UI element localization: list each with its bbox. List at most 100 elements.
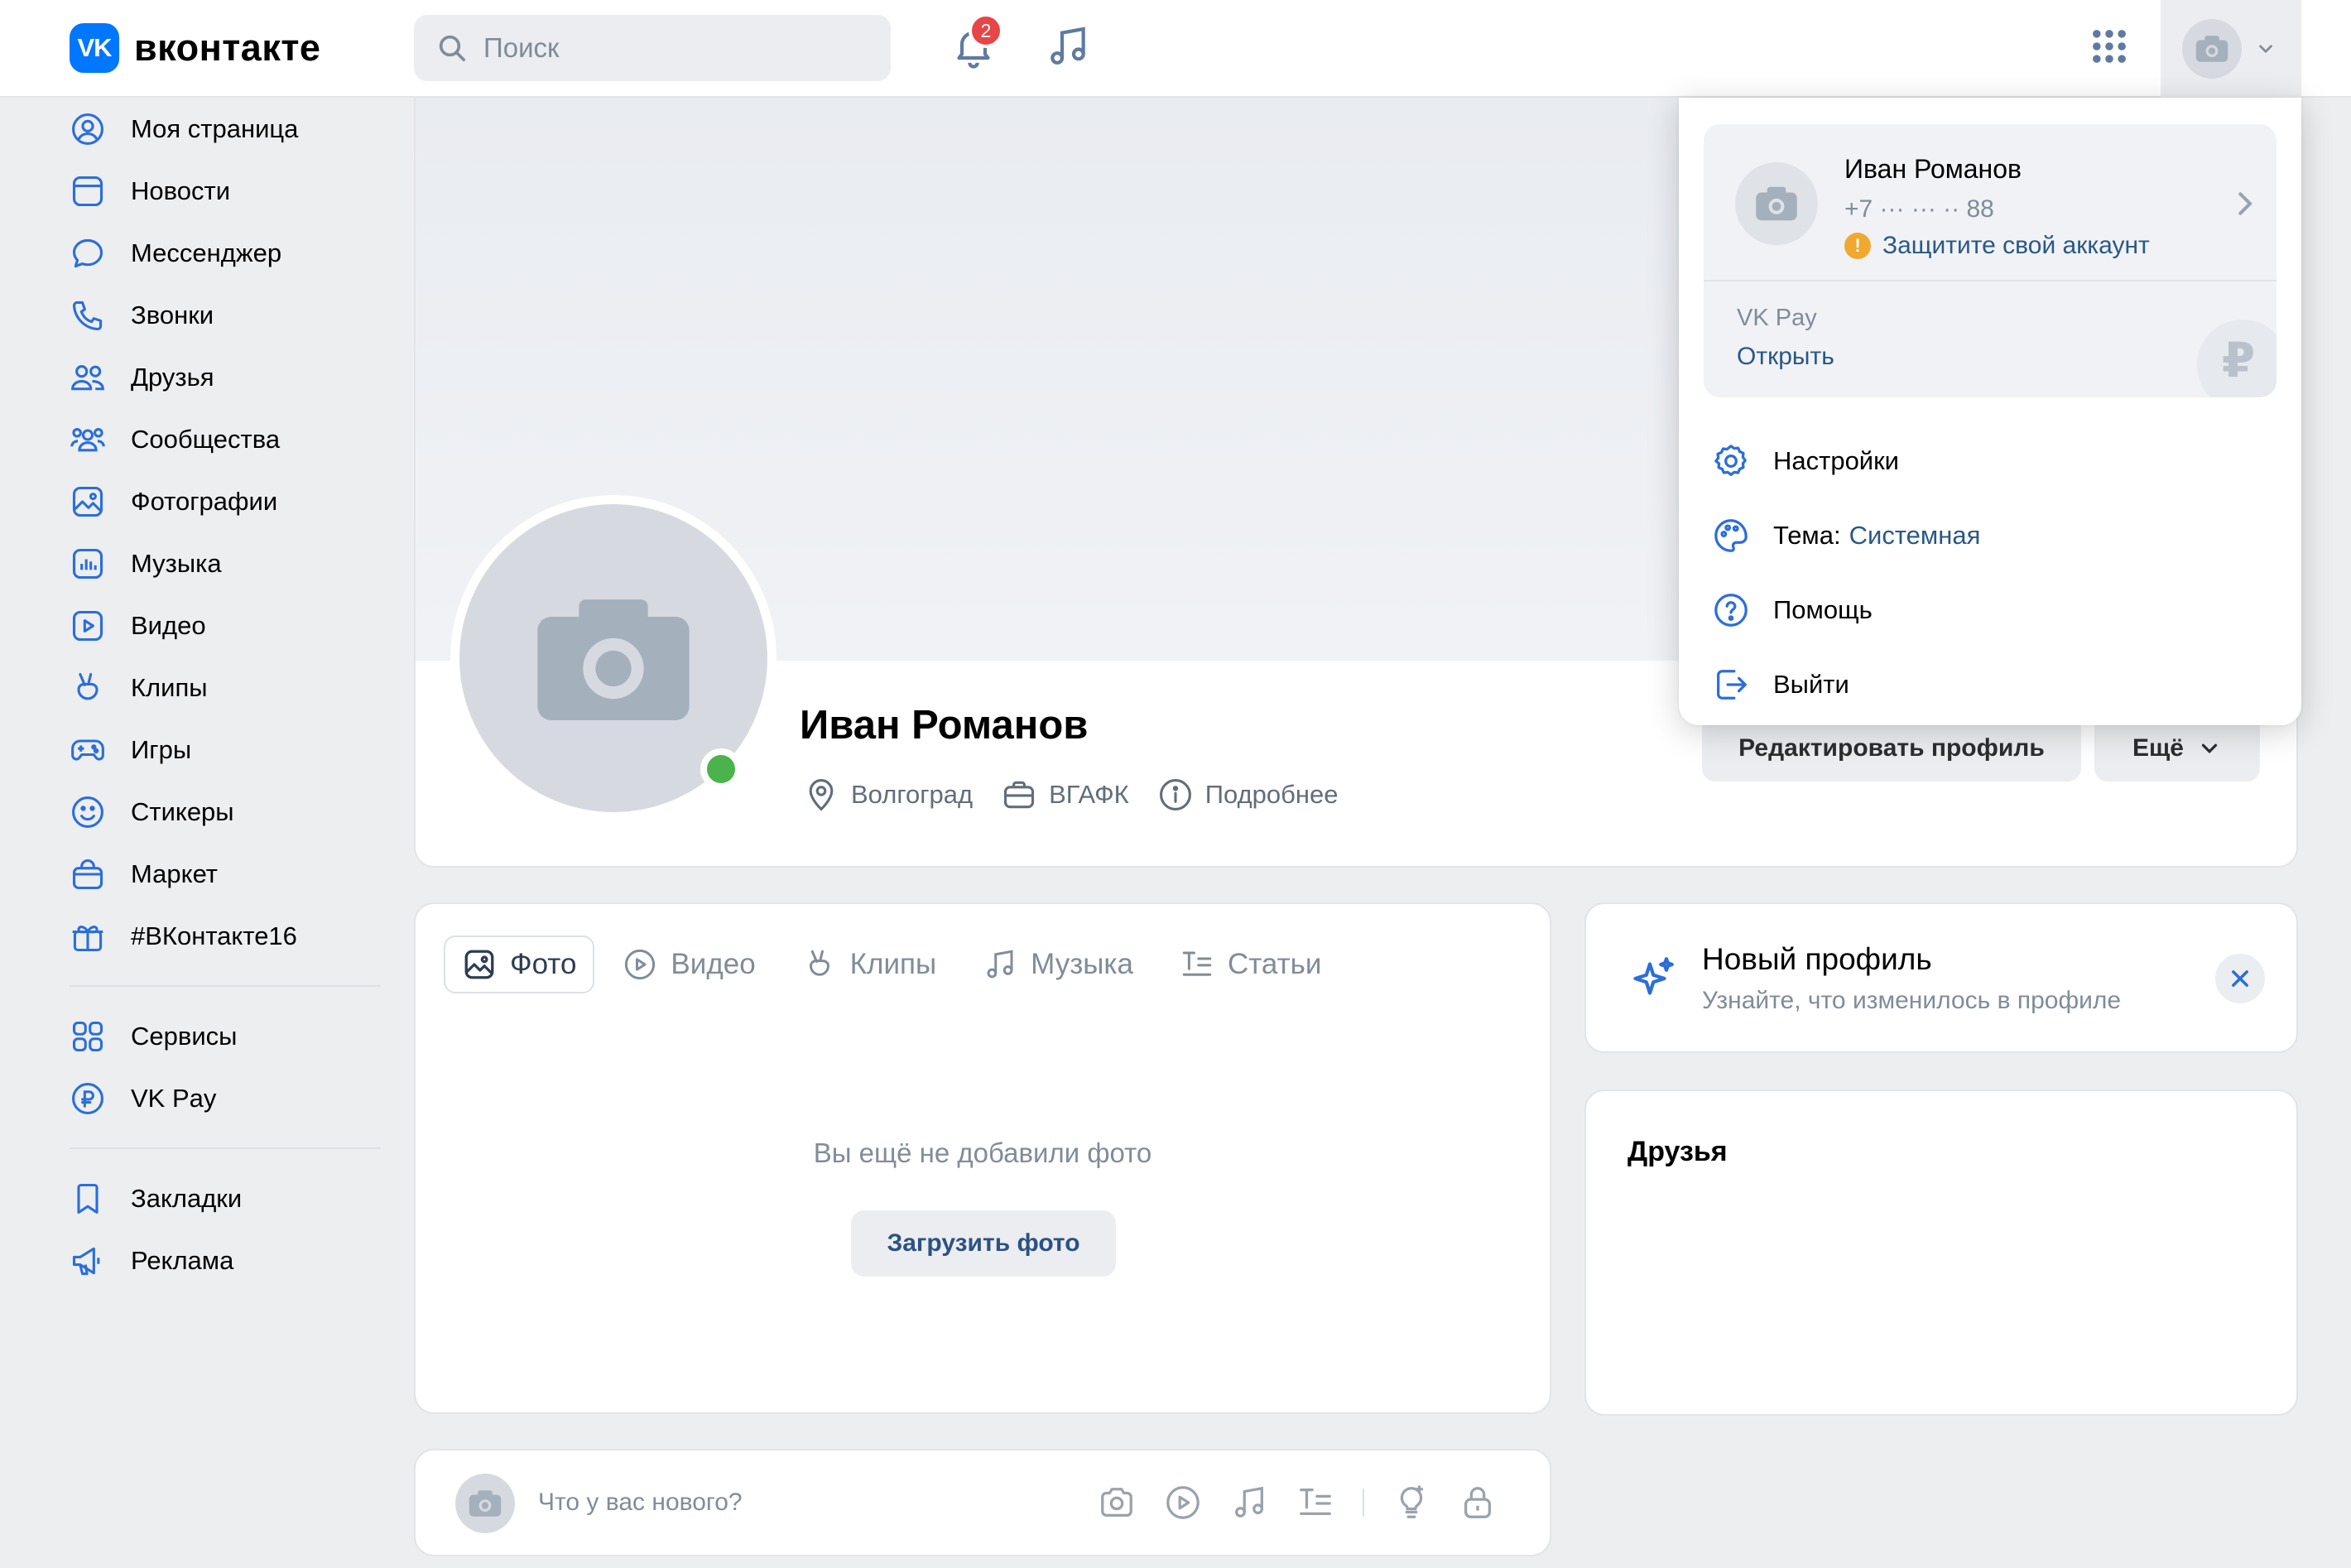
- composer-placeholder[interactable]: Что у вас нового?: [538, 1489, 743, 1517]
- profile-work[interactable]: ВГАФК: [1001, 777, 1129, 813]
- music-note-icon: [983, 947, 1017, 982]
- more-label: Ещё: [2132, 734, 2184, 762]
- edit-profile-button[interactable]: Редактировать профиль: [1702, 715, 2081, 782]
- sidebar-item-bookmarks[interactable]: Закладки: [70, 1167, 381, 1229]
- new-profile-title: Новый профиль: [1702, 942, 1932, 976]
- tab-music[interactable]: Музыка: [964, 936, 1151, 993]
- protect-account-link[interactable]: ! Защитите свой аккаунт: [1844, 232, 2150, 260]
- vk-pay-open-link[interactable]: Открыть: [1737, 343, 1834, 371]
- services-icon: [70, 1018, 106, 1055]
- lock-icon[interactable]: [1459, 1484, 1497, 1522]
- apps-grid-icon[interactable]: [2088, 23, 2131, 70]
- sidebar-item-communities[interactable]: Сообщества: [70, 408, 381, 470]
- gear-icon: [1712, 442, 1750, 480]
- friends-icon: [70, 359, 106, 396]
- clips-icon: [70, 670, 106, 706]
- menu-item-help[interactable]: Помощь: [1712, 573, 2275, 647]
- sidebar-item-label: Закладки: [131, 1183, 243, 1213]
- profile-details[interactable]: Подробнее: [1157, 777, 1339, 813]
- tab-label: Музыка: [1031, 948, 1133, 980]
- sidebar-item-label: Реклама: [131, 1245, 234, 1275]
- avatar: [2182, 19, 2242, 79]
- video-icon: [70, 608, 106, 644]
- message-icon: [70, 235, 106, 272]
- camera-icon: [537, 599, 690, 720]
- music-note-icon[interactable]: [1230, 1484, 1268, 1522]
- tab-video[interactable]: Видео: [604, 936, 773, 993]
- search-input[interactable]: [483, 32, 848, 64]
- profile-menu-button[interactable]: [2161, 0, 2301, 98]
- menu-item-logout[interactable]: Выйти: [1712, 647, 2275, 722]
- sidebar-item-photos[interactable]: Фотографии: [70, 470, 381, 532]
- menu-item-settings[interactable]: Настройки: [1712, 424, 2275, 498]
- music-note-icon[interactable]: [1045, 23, 1091, 70]
- sidebar-item-news[interactable]: Новости: [70, 160, 381, 222]
- menu-item-label: Выйти: [1773, 670, 1849, 699]
- lightbulb-icon[interactable]: [1392, 1484, 1430, 1522]
- tab-label: Фото: [510, 948, 577, 980]
- sidebar-item-messenger[interactable]: Мессенджер: [70, 222, 381, 284]
- gift-icon: [70, 918, 106, 955]
- online-indicator: [700, 748, 742, 790]
- post-composer[interactable]: Что у вас нового?: [414, 1449, 1551, 1556]
- music-icon: [70, 546, 106, 582]
- tab-clips[interactable]: Клипы: [784, 936, 954, 993]
- sidebar-item-video[interactable]: Видео: [70, 594, 381, 657]
- sidebar-item-my-page[interactable]: Моя страница: [70, 98, 381, 160]
- profile-city[interactable]: Волгоград: [803, 777, 973, 813]
- more-button[interactable]: Ещё: [2094, 715, 2260, 782]
- search-box[interactable]: [414, 15, 891, 81]
- account-card[interactable]: Иван Романов +7 ··· ··· ·· 88 ! Защитите…: [1704, 124, 2276, 281]
- new-profile-banner[interactable]: Новый профиль Узнайте, что изменилось в …: [1584, 902, 2298, 1053]
- camera-icon[interactable]: [1098, 1484, 1136, 1522]
- upload-photo-button[interactable]: Загрузить фото: [851, 1210, 1116, 1277]
- sidebar-item-vk16[interactable]: #ВКонтакте16: [70, 905, 381, 967]
- sidebar-item-label: Сервисы: [131, 1021, 238, 1051]
- theme-label: Тема:: [1773, 521, 1841, 550]
- logout-icon: [1712, 666, 1750, 704]
- sidebar-item-label: Звонки: [131, 300, 214, 329]
- sidebar-item-label: Игры: [131, 734, 192, 764]
- friends-title[interactable]: Друзья: [1627, 1136, 1728, 1168]
- sparkle-icon: [1629, 954, 1679, 1003]
- sidebar-item-market[interactable]: Маркет: [70, 843, 381, 905]
- sidebar-divider: [70, 1147, 381, 1149]
- sidebar-item-label: Клипы: [131, 672, 208, 702]
- tab-articles[interactable]: Статьи: [1161, 936, 1339, 993]
- palette-icon: [1712, 517, 1750, 555]
- vk-logo[interactable]: VK вконтакте: [70, 23, 320, 73]
- tab-photos[interactable]: Фото: [444, 936, 595, 993]
- sidebar-item-ads[interactable]: Реклама: [70, 1229, 381, 1291]
- sidebar-item-games[interactable]: Игры: [70, 719, 381, 781]
- sidebar-item-label: Стикеры: [131, 796, 234, 826]
- sidebar-item-music[interactable]: Музыка: [70, 532, 381, 594]
- sidebar-item-services[interactable]: Сервисы: [70, 1005, 381, 1067]
- profile-name: Иван Романов: [800, 703, 1089, 748]
- warning-icon: !: [1844, 233, 1871, 259]
- profile-meta: Волгоград ВГАФК Подробнее: [803, 777, 1339, 813]
- menu-item-label: Помощь: [1773, 595, 1873, 624]
- account-name: Иван Романов: [1844, 154, 2022, 184]
- sidebar-item-calls[interactable]: Звонки: [70, 284, 381, 346]
- sidebar-item-label: Моя страница: [131, 113, 299, 143]
- play-circle-icon: [623, 947, 657, 982]
- article-icon[interactable]: [1296, 1484, 1334, 1522]
- composer-divider: [1363, 1489, 1364, 1517]
- play-circle-icon[interactable]: [1164, 1484, 1202, 1522]
- friends-block: Друзья: [1584, 1089, 2298, 1416]
- smile-icon: [70, 794, 106, 830]
- sidebar-item-label: #ВКонтакте16: [131, 921, 297, 950]
- sidebar-item-label: Видео: [131, 610, 206, 640]
- ruble-icon: [70, 1080, 106, 1117]
- tab-label: Статьи: [1227, 948, 1322, 980]
- menu-item-theme[interactable]: Тема: Системная: [1712, 498, 2275, 573]
- sidebar-item-stickers[interactable]: Стикеры: [70, 781, 381, 843]
- gamepad-icon: [70, 732, 106, 768]
- avatar: [1735, 162, 1818, 245]
- sidebar-item-vk-pay[interactable]: VK Pay: [70, 1067, 381, 1129]
- sidebar-item-friends[interactable]: Друзья: [70, 346, 381, 408]
- sidebar-item-label: Новости: [131, 176, 231, 205]
- sidebar-item-clips[interactable]: Клипы: [70, 657, 381, 719]
- close-banner-button[interactable]: [2215, 954, 2265, 1003]
- empty-photos-text: Вы ещё не добавили фото: [813, 1138, 1152, 1168]
